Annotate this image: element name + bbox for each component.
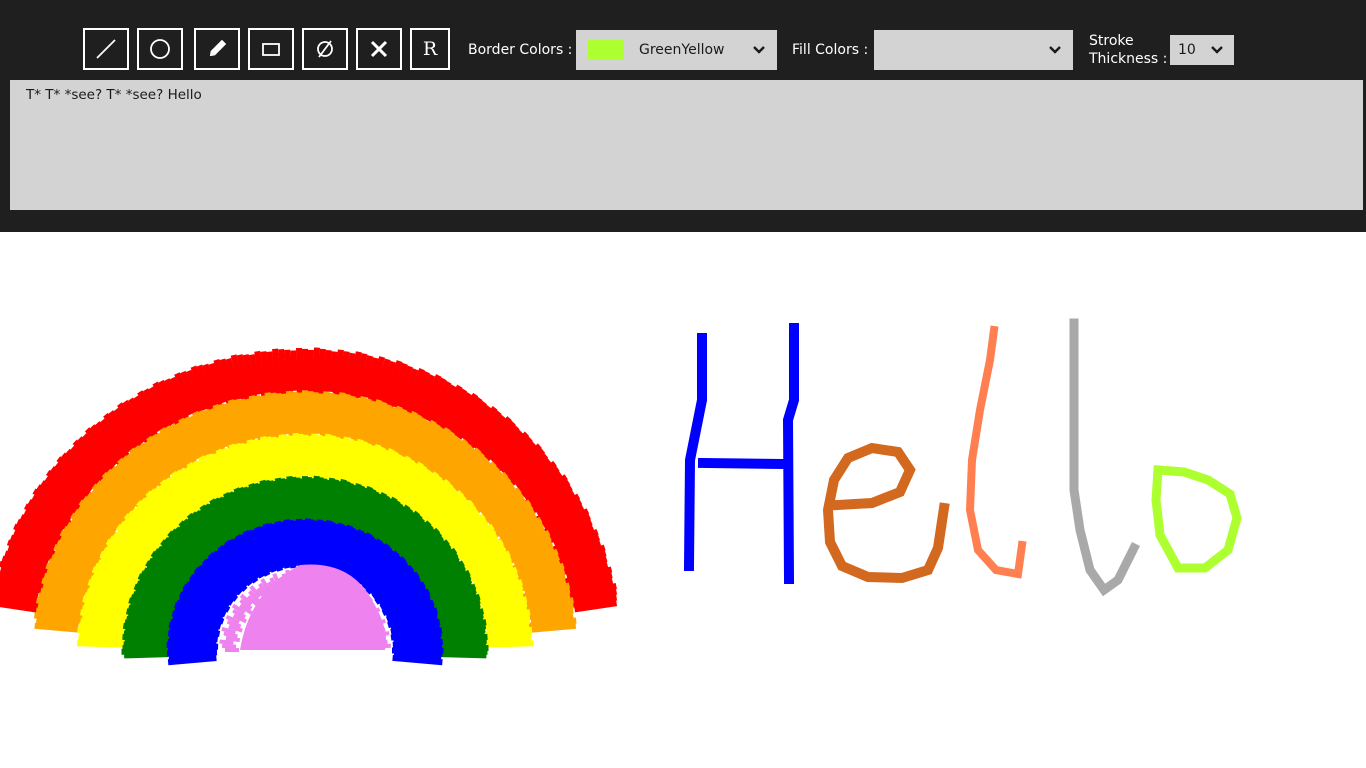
fill-colors-label: Fill Colors : <box>792 42 869 58</box>
hello-letter-l1 <box>965 325 1027 579</box>
rainbow-stroke <box>296 347 303 396</box>
rainbow-stroke <box>376 643 391 649</box>
rainbow-stroke <box>369 636 385 643</box>
rainbow-stroke <box>374 631 390 638</box>
border-color-swatch <box>588 40 624 60</box>
stroke-thickness-value: 10 <box>1178 42 1196 58</box>
rainbow-stroke <box>306 391 314 438</box>
rainbow-stroke <box>285 569 292 584</box>
rainbow-stroke <box>313 574 320 589</box>
rainbow-stroke <box>305 435 313 477</box>
border-colors-label: Border Colors : <box>468 42 573 58</box>
rainbow-stroke <box>310 392 319 436</box>
letter-r-icon: R <box>422 38 438 60</box>
drawing-canvas[interactable] <box>0 232 1366 768</box>
rainbow-stroke <box>298 568 304 582</box>
rainbow-stroke <box>528 622 577 633</box>
line-icon <box>96 39 116 59</box>
reset-tool-button[interactable]: R <box>410 28 450 70</box>
rainbow-stroke <box>284 349 293 394</box>
circle-icon <box>150 39 170 59</box>
rainbow-stroke <box>317 348 326 396</box>
stroke-thickness-dropdown[interactable]: 10 <box>1170 35 1234 65</box>
rectangle-tool-button[interactable] <box>248 28 294 70</box>
rainbow-stroke <box>278 348 288 396</box>
rainbow-stroke <box>225 636 241 643</box>
ellipse-tool-button[interactable] <box>137 28 183 70</box>
stroke-thickness-label-line2: Thickness : <box>1089 51 1168 67</box>
pen-tool-button[interactable] <box>194 28 240 70</box>
rainbow-stroke <box>294 571 300 586</box>
rainbow-stroke <box>291 391 300 437</box>
rainbow-stroke <box>296 392 304 435</box>
line-tool-button[interactable] <box>83 28 129 70</box>
rainbow-stroke <box>310 568 316 583</box>
rainbow-stroke <box>312 347 320 397</box>
close-icon <box>370 40 388 58</box>
chevron-down-icon <box>1049 46 1061 54</box>
pencil-icon <box>209 39 227 57</box>
rainbow-stroke <box>219 639 234 645</box>
erase-tool-button[interactable] <box>302 28 348 70</box>
rainbow-stroke <box>285 390 295 439</box>
text-input-area[interactable]: T* T* *see? T* *see? Hello <box>10 80 1363 210</box>
rainbow-stroke <box>290 574 297 589</box>
hello-letter-h <box>683 323 799 585</box>
rainbow-stroke <box>307 349 314 392</box>
rainbow-stroke <box>290 350 298 391</box>
rainbow-stroke <box>222 643 237 649</box>
drawing-surface <box>0 318 1242 666</box>
hello-handwriting <box>683 318 1242 597</box>
hello-letter-o <box>1151 465 1242 573</box>
toolbar: R Border Colors : GreenYellow Fill Color… <box>0 0 1366 232</box>
rainbow-stroke <box>292 432 301 483</box>
empty-set-icon <box>317 40 333 58</box>
rainbow-stroke <box>298 478 306 519</box>
rainbow-drawing <box>0 347 618 666</box>
hello-letter-l2 <box>1069 318 1141 597</box>
rectangle-icon <box>262 43 280 56</box>
chevron-down-icon <box>753 46 765 54</box>
rainbow-stroke <box>481 640 534 648</box>
hello-letter-e <box>822 442 950 584</box>
rainbow-stroke <box>297 433 305 481</box>
border-color-dropdown[interactable]: GreenYellow <box>576 30 777 70</box>
border-color-value: GreenYellow <box>639 42 725 58</box>
rainbow-stroke <box>373 639 388 646</box>
rainbow-stroke <box>223 631 238 639</box>
clear-tool-button[interactable] <box>356 28 402 70</box>
rainbow-stroke <box>440 651 487 659</box>
chevron-down-icon <box>1211 46 1223 54</box>
rainbow-stroke <box>306 571 312 585</box>
fill-color-dropdown[interactable] <box>874 30 1073 70</box>
stroke-thickness-label-line1: Stroke <box>1089 33 1134 49</box>
